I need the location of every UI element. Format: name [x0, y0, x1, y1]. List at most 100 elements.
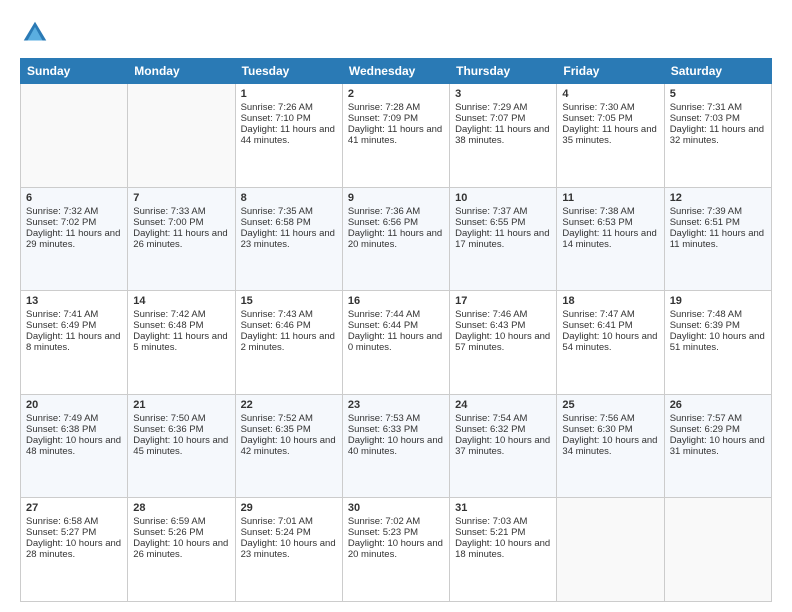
- day-info: Daylight: 11 hours and 29 minutes.: [26, 228, 122, 250]
- col-header-friday: Friday: [557, 59, 664, 84]
- calendar-cell: 25Sunrise: 7:56 AMSunset: 6:30 PMDayligh…: [557, 394, 664, 498]
- day-info: Sunset: 6:36 PM: [133, 424, 229, 435]
- day-number: 11: [562, 192, 658, 204]
- day-info: Daylight: 10 hours and 42 minutes.: [241, 435, 337, 457]
- day-info: Daylight: 11 hours and 38 minutes.: [455, 124, 551, 146]
- day-info: Sunrise: 6:59 AM: [133, 516, 229, 527]
- day-info: Daylight: 11 hours and 8 minutes.: [26, 331, 122, 353]
- day-number: 4: [562, 88, 658, 100]
- day-number: 13: [26, 295, 122, 307]
- day-number: 19: [670, 295, 766, 307]
- day-info: Sunset: 5:24 PM: [241, 527, 337, 538]
- calendar-cell: 24Sunrise: 7:54 AMSunset: 6:32 PMDayligh…: [450, 394, 557, 498]
- day-info: Sunrise: 7:03 AM: [455, 516, 551, 527]
- day-info: Sunset: 6:58 PM: [241, 217, 337, 228]
- day-info: Daylight: 11 hours and 5 minutes.: [133, 331, 229, 353]
- calendar-cell: 31Sunrise: 7:03 AMSunset: 5:21 PMDayligh…: [450, 498, 557, 602]
- day-info: Sunset: 6:55 PM: [455, 217, 551, 228]
- day-info: Sunrise: 7:48 AM: [670, 309, 766, 320]
- calendar-cell: 19Sunrise: 7:48 AMSunset: 6:39 PMDayligh…: [664, 291, 771, 395]
- day-info: Sunset: 5:27 PM: [26, 527, 122, 538]
- logo: [20, 18, 54, 48]
- day-info: Daylight: 11 hours and 32 minutes.: [670, 124, 766, 146]
- day-info: Daylight: 11 hours and 2 minutes.: [241, 331, 337, 353]
- day-info: Sunrise: 7:38 AM: [562, 206, 658, 217]
- col-header-saturday: Saturday: [664, 59, 771, 84]
- day-info: Daylight: 11 hours and 26 minutes.: [133, 228, 229, 250]
- day-info: Sunrise: 7:52 AM: [241, 413, 337, 424]
- day-info: Daylight: 10 hours and 51 minutes.: [670, 331, 766, 353]
- day-info: Daylight: 10 hours and 48 minutes.: [26, 435, 122, 457]
- logo-icon: [20, 18, 50, 48]
- day-info: Sunset: 7:03 PM: [670, 113, 766, 124]
- day-info: Sunrise: 7:30 AM: [562, 102, 658, 113]
- day-info: Sunrise: 7:49 AM: [26, 413, 122, 424]
- day-number: 9: [348, 192, 444, 204]
- day-info: Sunrise: 7:57 AM: [670, 413, 766, 424]
- calendar-cell: 10Sunrise: 7:37 AMSunset: 6:55 PMDayligh…: [450, 187, 557, 291]
- day-info: Sunset: 6:33 PM: [348, 424, 444, 435]
- day-number: 18: [562, 295, 658, 307]
- day-info: Sunset: 6:44 PM: [348, 320, 444, 331]
- day-info: Daylight: 11 hours and 44 minutes.: [241, 124, 337, 146]
- day-info: Sunset: 6:46 PM: [241, 320, 337, 331]
- day-number: 8: [241, 192, 337, 204]
- day-number: 20: [26, 399, 122, 411]
- calendar-cell: 26Sunrise: 7:57 AMSunset: 6:29 PMDayligh…: [664, 394, 771, 498]
- calendar-cell: 9Sunrise: 7:36 AMSunset: 6:56 PMDaylight…: [342, 187, 449, 291]
- col-header-wednesday: Wednesday: [342, 59, 449, 84]
- day-info: Sunrise: 7:02 AM: [348, 516, 444, 527]
- calendar-table: SundayMondayTuesdayWednesdayThursdayFrid…: [20, 58, 772, 602]
- calendar-cell: 3Sunrise: 7:29 AMSunset: 7:07 PMDaylight…: [450, 84, 557, 188]
- day-info: Sunset: 7:05 PM: [562, 113, 658, 124]
- day-info: Sunrise: 7:47 AM: [562, 309, 658, 320]
- day-number: 5: [670, 88, 766, 100]
- calendar-week-4: 27Sunrise: 6:58 AMSunset: 5:27 PMDayligh…: [21, 498, 772, 602]
- calendar-cell: 11Sunrise: 7:38 AMSunset: 6:53 PMDayligh…: [557, 187, 664, 291]
- day-info: Sunset: 6:38 PM: [26, 424, 122, 435]
- calendar-cell: 15 Sunrise: 7:43 AMSunset: 6:46 PMDayligh…: [235, 291, 342, 395]
- page: SundayMondayTuesdayWednesdayThursdayFrid…: [0, 0, 792, 612]
- day-info: Daylight: 11 hours and 14 minutes.: [562, 228, 658, 250]
- day-info: Daylight: 10 hours and 31 minutes.: [670, 435, 766, 457]
- calendar-cell: 12Sunrise: 7:39 AMSunset: 6:51 PMDayligh…: [664, 187, 771, 291]
- day-info: Sunrise: 7:50 AM: [133, 413, 229, 424]
- day-number: 10: [455, 192, 551, 204]
- day-info: Sunrise: 7:56 AM: [562, 413, 658, 424]
- day-info: Sunrise: 7:32 AM: [26, 206, 122, 217]
- day-info: Sunrise: 7:46 AM: [455, 309, 551, 320]
- calendar-cell: 21Sunrise: 7:50 AMSunset: 6:36 PMDayligh…: [128, 394, 235, 498]
- col-header-monday: Monday: [128, 59, 235, 84]
- calendar-cell: 27Sunrise: 6:58 AMSunset: 5:27 PMDayligh…: [21, 498, 128, 602]
- day-info: Sunrise: 7:01 AM: [241, 516, 337, 527]
- calendar-cell: [557, 498, 664, 602]
- calendar-cell: 23Sunrise: 7:53 AMSunset: 6:33 PMDayligh…: [342, 394, 449, 498]
- calendar-cell: 20 Sunrise: 7:49 AMSunset: 6:38 PMDayligh…: [21, 394, 128, 498]
- day-info: Sunset: 7:00 PM: [133, 217, 229, 228]
- day-info: Sunrise: 7:43 AM: [241, 309, 337, 320]
- day-info: Sunset: 6:51 PM: [670, 217, 766, 228]
- calendar-cell: 29Sunrise: 7:01 AMSunset: 5:24 PMDayligh…: [235, 498, 342, 602]
- day-info: Daylight: 10 hours and 23 minutes.: [241, 538, 337, 560]
- day-info: Daylight: 10 hours and 45 minutes.: [133, 435, 229, 457]
- day-info: Daylight: 10 hours and 54 minutes.: [562, 331, 658, 353]
- day-info: Sunrise: 7:31 AM: [670, 102, 766, 113]
- col-header-thursday: Thursday: [450, 59, 557, 84]
- day-number: 15: [241, 295, 337, 307]
- day-info: Daylight: 10 hours and 34 minutes.: [562, 435, 658, 457]
- day-info: Sunset: 6:49 PM: [26, 320, 122, 331]
- day-number: 12: [670, 192, 766, 204]
- calendar-cell: 30Sunrise: 7:02 AMSunset: 5:23 PMDayligh…: [342, 498, 449, 602]
- calendar-cell: [664, 498, 771, 602]
- day-info: Daylight: 11 hours and 23 minutes.: [241, 228, 337, 250]
- calendar-cell: 6Sunrise: 7:32 AMSunset: 7:02 PMDaylight…: [21, 187, 128, 291]
- day-info: Sunset: 7:02 PM: [26, 217, 122, 228]
- day-number: 31: [455, 502, 551, 514]
- calendar-cell: 14Sunrise: 7:42 AMSunset: 6:48 PMDayligh…: [128, 291, 235, 395]
- day-info: Sunset: 7:07 PM: [455, 113, 551, 124]
- day-info: Sunset: 6:29 PM: [670, 424, 766, 435]
- calendar-cell: 22Sunrise: 7:52 AMSunset: 6:35 PMDayligh…: [235, 394, 342, 498]
- day-info: Daylight: 10 hours and 57 minutes.: [455, 331, 551, 353]
- calendar-cell: [21, 84, 128, 188]
- day-info: Sunset: 6:56 PM: [348, 217, 444, 228]
